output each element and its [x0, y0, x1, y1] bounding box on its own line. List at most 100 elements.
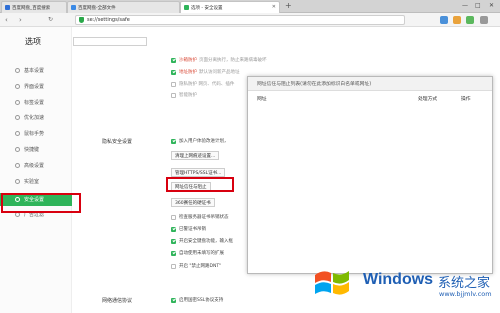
extension-icon[interactable] [440, 16, 448, 24]
sidebar-item-label: 优化加速 [24, 115, 45, 121]
checkbox-icon[interactable] [171, 92, 176, 98]
page-title: 选项 [25, 37, 41, 46]
checkbox-icon[interactable] [171, 263, 176, 269]
checkbox-icon[interactable] [171, 138, 176, 144]
tab-bar: 百度网盘_百度搜索 百度网盘-全部文件 选项 - 安全设置 ✕ + — □ ✕ [0, 0, 500, 13]
sidebar-item-basic[interactable]: 基本设置 [0, 64, 72, 77]
option-dnt[interactable]: 开启 "禁止网路DNT" [171, 263, 221, 269]
watermark-cn: 系统之家 [438, 276, 491, 291]
settings-sidebar: 选项 基本设置 界面设置 标签设置 优化加速 鼠标手势 快捷键 高级设置 实验室… [0, 27, 72, 313]
sidebar-item-label: 实验室 [24, 179, 40, 185]
option-cert-revoked[interactable]: 已警证书吊销 [171, 226, 206, 232]
settings-icon [15, 68, 20, 73]
menu-icon[interactable] [480, 16, 488, 24]
sidebar-item-shortcuts[interactable]: 快捷键 [0, 143, 72, 156]
watermark-url: www.bjjmlv.com [439, 290, 492, 298]
col-handling: 处理方式 [418, 97, 438, 102]
shield-icon [79, 17, 84, 23]
tab-settings-security[interactable]: 选项 - 安全设置 ✕ [180, 1, 280, 13]
watermark-brand: Windows [363, 271, 434, 288]
tab-label: 选项 - 安全设置 [191, 5, 223, 11]
settings-favicon-icon [184, 5, 189, 10]
option-label: 已警证书吊销 [179, 227, 206, 232]
url-trust-dialog: 网址信任与阻止列表(请勿在此添加标识白名单或网址) 网址 处理方式 操作 [247, 76, 493, 274]
checkbox-icon[interactable] [171, 214, 176, 220]
option-address-protect[interactable]: 地址防护 默认访问新产品地址 [171, 69, 240, 75]
close-tab-icon[interactable]: ✕ [272, 4, 276, 10]
option-label: 开启安全键盘功能，输入框 [179, 239, 233, 244]
option-secure-keyboard[interactable]: 开启安全键盘功能，输入框 [171, 238, 233, 244]
option-label: 开启 "禁止网路DNT" [179, 264, 222, 269]
minimize-button[interactable]: — [462, 1, 468, 11]
section-privacy-label: 隐私安全设置 [102, 139, 133, 145]
option-privacy-protect[interactable]: 隐私防护 网页、代码、插件 [171, 81, 234, 87]
user-icon[interactable] [453, 16, 461, 24]
sidebar-item-gestures[interactable]: 鼠标手势 [0, 127, 72, 140]
forward-button[interactable]: › [19, 15, 22, 25]
option-label: 地址防护 [179, 70, 197, 75]
url-input[interactable]: se://settings/safe [75, 15, 405, 25]
mouse-icon [15, 131, 20, 136]
tab-label: 百度网盘_百度搜索 [12, 5, 51, 11]
option-label: 自动使用未填写的扩展 [179, 251, 224, 256]
lab-icon [15, 179, 20, 184]
checkbox-icon[interactable] [171, 297, 176, 303]
option-label: 沙箱防护 [179, 58, 197, 63]
baidu-favicon-icon [5, 5, 10, 10]
section-comm-label: 网络通信协议 [102, 298, 133, 304]
maximize-button[interactable]: □ [475, 1, 481, 11]
option-desc: 网页、代码、插件 [198, 82, 235, 87]
clear-traces-button[interactable]: 清理上网痕迹设置... [171, 151, 220, 160]
cert-360-button[interactable]: 360赛任的硬证书 [171, 198, 215, 207]
checkbox-icon[interactable] [171, 250, 176, 256]
sidebar-item-optimize[interactable]: 优化加速 [0, 111, 72, 124]
option-ux-plan[interactable]: 加入用户体验改进计划， [171, 138, 229, 144]
tabs-icon [15, 100, 20, 105]
speed-icon [15, 115, 20, 120]
watermark: Windows 系统之家 www.bjjmlv.com [305, 259, 500, 313]
sidebar-item-label: 标签设置 [24, 100, 45, 106]
checkbox-icon[interactable] [171, 238, 176, 244]
checkbox-icon[interactable] [171, 57, 176, 63]
option-label: 隐私防护 [179, 82, 197, 87]
url-text: se://settings/safe [87, 17, 130, 23]
option-sm-ssl[interactable]: 启用国密SSL协议支持 [171, 297, 223, 303]
sidebar-item-label: 基本设置 [24, 68, 45, 74]
baidu-pan-favicon-icon [71, 5, 76, 10]
sidebar-item-label: 高级设置 [24, 163, 45, 169]
checkbox-icon[interactable] [171, 226, 176, 232]
manage-certs-button[interactable]: 管理HTTPS/SSL证书... [171, 168, 226, 177]
option-smart-protect[interactable]: 智能防护 [171, 92, 197, 98]
tab-label: 百度网盘-全部文件 [78, 5, 116, 11]
sidebar-item-tabs[interactable]: 标签设置 [0, 96, 72, 109]
sidebar-item-advanced[interactable]: 高级设置 [0, 159, 72, 172]
download-icon[interactable] [466, 16, 474, 24]
sidebar-item-label: 快捷键 [24, 147, 40, 153]
option-autofill-ext[interactable]: 自动使用未填写的扩展 [171, 250, 224, 256]
sidebar-item-interface[interactable]: 界面设置 [0, 80, 72, 93]
col-action: 操作 [461, 97, 471, 102]
option-check-revoke[interactable]: 检查服务器证书吊销状态 [171, 214, 229, 220]
sidebar-item-label: 鼠标手势 [24, 131, 45, 137]
dialog-table-header: 网址 处理方式 操作 [248, 95, 492, 104]
new-tab-button[interactable]: + [285, 1, 292, 11]
advanced-icon [15, 163, 20, 168]
refresh-button[interactable]: ↻ [48, 15, 53, 25]
option-label: 启用国密SSL协议支持 [179, 298, 224, 303]
close-window-button[interactable]: ✕ [489, 1, 494, 11]
highlight-box-sidebar [1, 193, 81, 213]
back-button[interactable]: ‹ [5, 15, 8, 25]
settings-search-input[interactable] [73, 37, 147, 46]
col-url: 网址 [257, 97, 267, 102]
sidebar-item-label: 界面设置 [24, 84, 45, 90]
option-label: 检查服务器证书吊销状态 [179, 215, 229, 220]
option-sandbox[interactable]: 沙箱防护 页面分离执行，防止来路病毒破坏 [171, 57, 267, 63]
tab-baidu-search[interactable]: 百度网盘_百度搜索 [1, 1, 67, 13]
sidebar-item-lab[interactable]: 实验室 [0, 175, 72, 188]
checkbox-icon[interactable] [171, 69, 176, 75]
windows-logo-icon [315, 271, 349, 295]
checkbox-icon[interactable] [171, 81, 176, 87]
keyboard-icon [15, 147, 20, 152]
tab-baidu-pan[interactable]: 百度网盘-全部文件 [67, 1, 180, 13]
option-label: 加入用户体验改进计划， [179, 139, 229, 144]
